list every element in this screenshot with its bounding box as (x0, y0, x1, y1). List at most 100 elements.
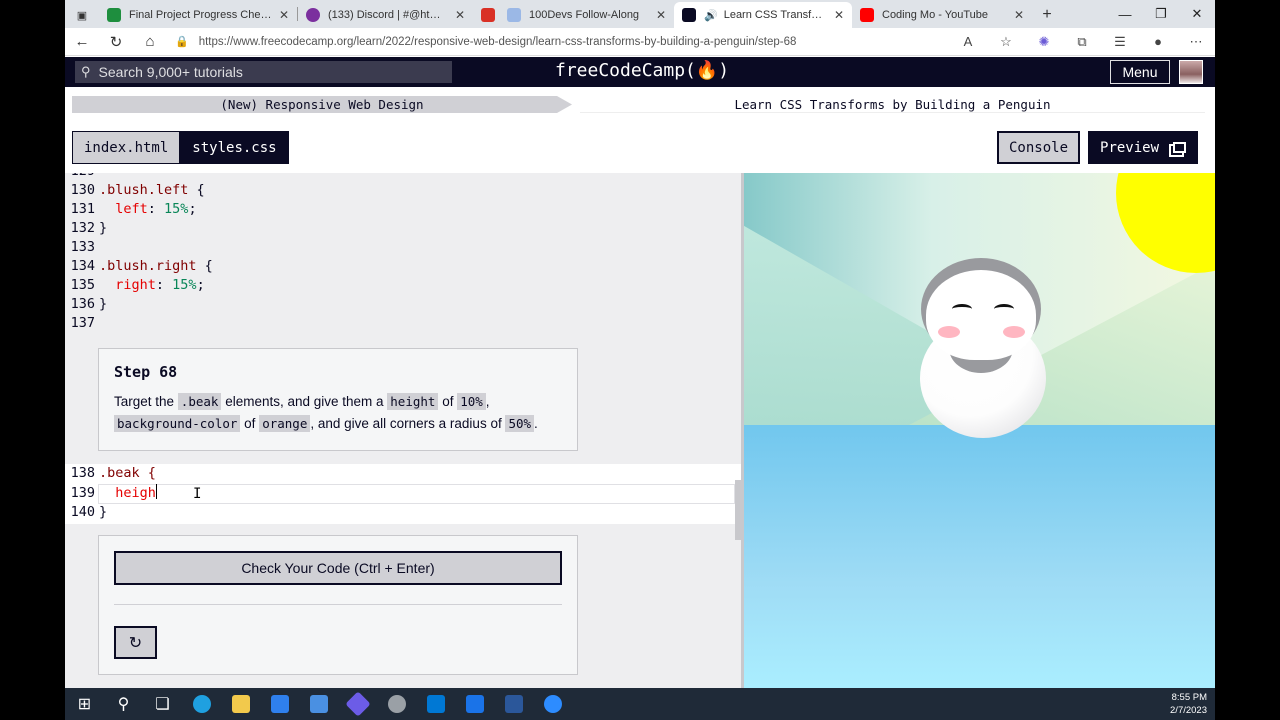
speaker-icon[interactable]: 🔊 (704, 9, 718, 22)
clock-time: 8:55 PM (1171, 692, 1207, 703)
refresh-icon[interactable]: ↻ (99, 33, 133, 51)
view-buttons: Console Preview (997, 131, 1199, 164)
sun (1116, 173, 1215, 273)
code-line[interactable]: 134 .blush.right { (65, 257, 213, 276)
preview-button[interactable]: Preview (1088, 131, 1199, 164)
edge-icon[interactable] (182, 688, 221, 720)
code-line[interactable]: 131 left: 15%; (65, 200, 197, 219)
mail-icon[interactable] (260, 688, 299, 720)
close-window-icon[interactable]: ✕ (1179, 6, 1215, 22)
penguin-eye-right (994, 304, 1014, 314)
close-tab-icon[interactable]: ✕ (834, 8, 844, 22)
word-icon[interactable] (494, 688, 533, 720)
back-icon[interactable]: ← (65, 33, 99, 50)
code-line[interactable]: 135 right: 15%; (65, 276, 205, 295)
sheets-icon (107, 8, 121, 22)
store-icon[interactable] (299, 688, 338, 720)
favorite-icon[interactable]: ☆ (987, 34, 1025, 50)
code-line[interactable]: 132} (65, 219, 108, 238)
editor-file-tabs: index.html styles.css (72, 131, 289, 164)
new-tab-icon[interactable]: + (1032, 2, 1062, 28)
read-aloud-icon[interactable]: A (949, 34, 987, 50)
minimize-icon[interactable]: — (1107, 7, 1143, 22)
task-view-icon[interactable]: ❏ (143, 688, 182, 720)
close-tab-icon[interactable]: ✕ (455, 8, 465, 22)
divider (114, 604, 562, 605)
puzzle-icon[interactable]: ⧉ (1063, 34, 1101, 50)
fcc-logo[interactable]: freeCodeCamp(🔥) (555, 60, 729, 81)
penguin-eye-left (952, 304, 972, 314)
preview-label: Preview (1100, 139, 1160, 156)
browser-toolbar-icons: A ☆ ✺ ⧉ ☰ ● ⋯ (949, 34, 1215, 50)
windows-start-icon[interactable]: ⊞ (65, 688, 104, 720)
ibeam-cursor-icon: I (193, 486, 202, 502)
step-instructions: Step 68 Target the .beak elements, and g… (98, 348, 578, 451)
code-line[interactable]: 137 (65, 314, 99, 333)
code-line[interactable]: 133 (65, 238, 99, 257)
fcc-navbar: ⚲ Search 9,000+ tutorials freeCodeCamp(🔥… (65, 57, 1215, 87)
reset-button[interactable]: ↻ (114, 626, 157, 659)
chrome-icon[interactable] (377, 688, 416, 720)
window-controls: — ❐ ✕ (1107, 0, 1215, 28)
preview-pane (744, 173, 1215, 688)
action-panel: Check Your Code (Ctrl + Enter) ↻ (98, 535, 578, 675)
tab-styles-css[interactable]: styles.css (180, 131, 289, 164)
code-editor[interactable]: 129 130.blush.left {131 left: 15%;132}13… (65, 173, 741, 688)
breadcrumb-project[interactable]: Learn CSS Transforms by Building a Pengu… (580, 96, 1205, 113)
tab-actions-icon[interactable]: ▣ (65, 2, 99, 28)
breadcrumb: (New) Responsive Web Design Learn CSS Tr… (65, 88, 1215, 120)
reset-icon: ↻ (128, 634, 143, 652)
more-icon[interactable]: ⋯ (1177, 34, 1215, 50)
favorites-list-icon[interactable]: ☰ (1101, 34, 1139, 50)
clock-date: 2/7/2023 (1170, 705, 1207, 716)
code-line-139[interactable]: 139 heigh (65, 484, 158, 503)
vscode-icon[interactable] (416, 688, 455, 720)
text-caret (155, 484, 158, 499)
search-input[interactable]: ⚲ Search 9,000+ tutorials (75, 61, 452, 83)
step-title: Step 68 (114, 363, 178, 381)
penguin-blush-left (938, 326, 960, 338)
discord-icon (306, 8, 320, 22)
editor-scrollbar[interactable] (735, 480, 741, 540)
youtube-icon (860, 8, 874, 22)
browser-tab-4[interactable]: 🔊 Learn CSS Transforms by ✕ (674, 2, 852, 28)
browser-tab-3[interactable]: 100Devs Follow-Along ✕ (499, 2, 674, 28)
menu-button[interactable]: Menu (1110, 60, 1170, 84)
breadcrumb-course[interactable]: (New) Responsive Web Design (72, 96, 572, 113)
code-line[interactable]: 136} (65, 295, 108, 314)
browser-tab-5[interactable]: Coding Mo - YouTube ✕ (852, 2, 1032, 28)
windows-taskbar: ⊞ ⚲ ❏ 8:55 PM 2/7/2023 (65, 688, 1215, 720)
restore-icon[interactable]: ❐ (1143, 6, 1179, 22)
file-explorer-icon[interactable] (221, 688, 260, 720)
url-field[interactable]: 🔒 https://www.freecodecamp.org/learn/202… (167, 31, 949, 53)
close-tab-icon[interactable]: ✕ (656, 8, 666, 22)
video-editor-icon[interactable] (455, 688, 494, 720)
browser-tab-1[interactable]: (133) Discord | #@html-css-h ✕ (298, 2, 473, 28)
close-tab-icon[interactable]: ✕ (279, 8, 289, 22)
home-icon[interactable]: ⌂ (133, 33, 167, 50)
address-bar: ← ↻ ⌂ 🔒 https://www.freecodecamp.org/lea… (65, 28, 1215, 56)
app-icon[interactable] (338, 688, 377, 720)
popout-icon[interactable] (1173, 142, 1187, 153)
browser-tab-2[interactable] (473, 2, 499, 28)
search-icon[interactable]: ⚲ (104, 688, 143, 720)
code-line: 129 (65, 173, 99, 181)
browser-tab-0[interactable]: Final Project Progress Checkli ✕ (99, 2, 297, 28)
zoom-icon[interactable] (533, 688, 572, 720)
close-tab-icon[interactable]: ✕ (1014, 8, 1024, 22)
tab-index-html[interactable]: index.html (72, 131, 181, 164)
app-icon (481, 8, 495, 22)
penguin-face (926, 270, 1036, 360)
profile-icon[interactable]: ● (1139, 34, 1177, 50)
code-line-138[interactable]: 138 .beak { (65, 464, 156, 483)
browser-window: ▣ Final Project Progress Checkli ✕ (133)… (65, 0, 1215, 720)
check-code-button[interactable]: Check Your Code (Ctrl + Enter) (114, 551, 562, 585)
console-button[interactable]: Console (997, 131, 1081, 164)
code-line[interactable]: 130 .blush.left { (65, 181, 205, 200)
page-icon (507, 8, 521, 22)
code-line-140[interactable]: 140} (65, 503, 108, 522)
system-clock[interactable]: 8:55 PM 2/7/2023 (1170, 691, 1207, 717)
extension-icon[interactable]: ✺ (1025, 34, 1063, 50)
avatar[interactable] (1179, 60, 1203, 84)
search-icon: ⚲ (81, 64, 91, 79)
